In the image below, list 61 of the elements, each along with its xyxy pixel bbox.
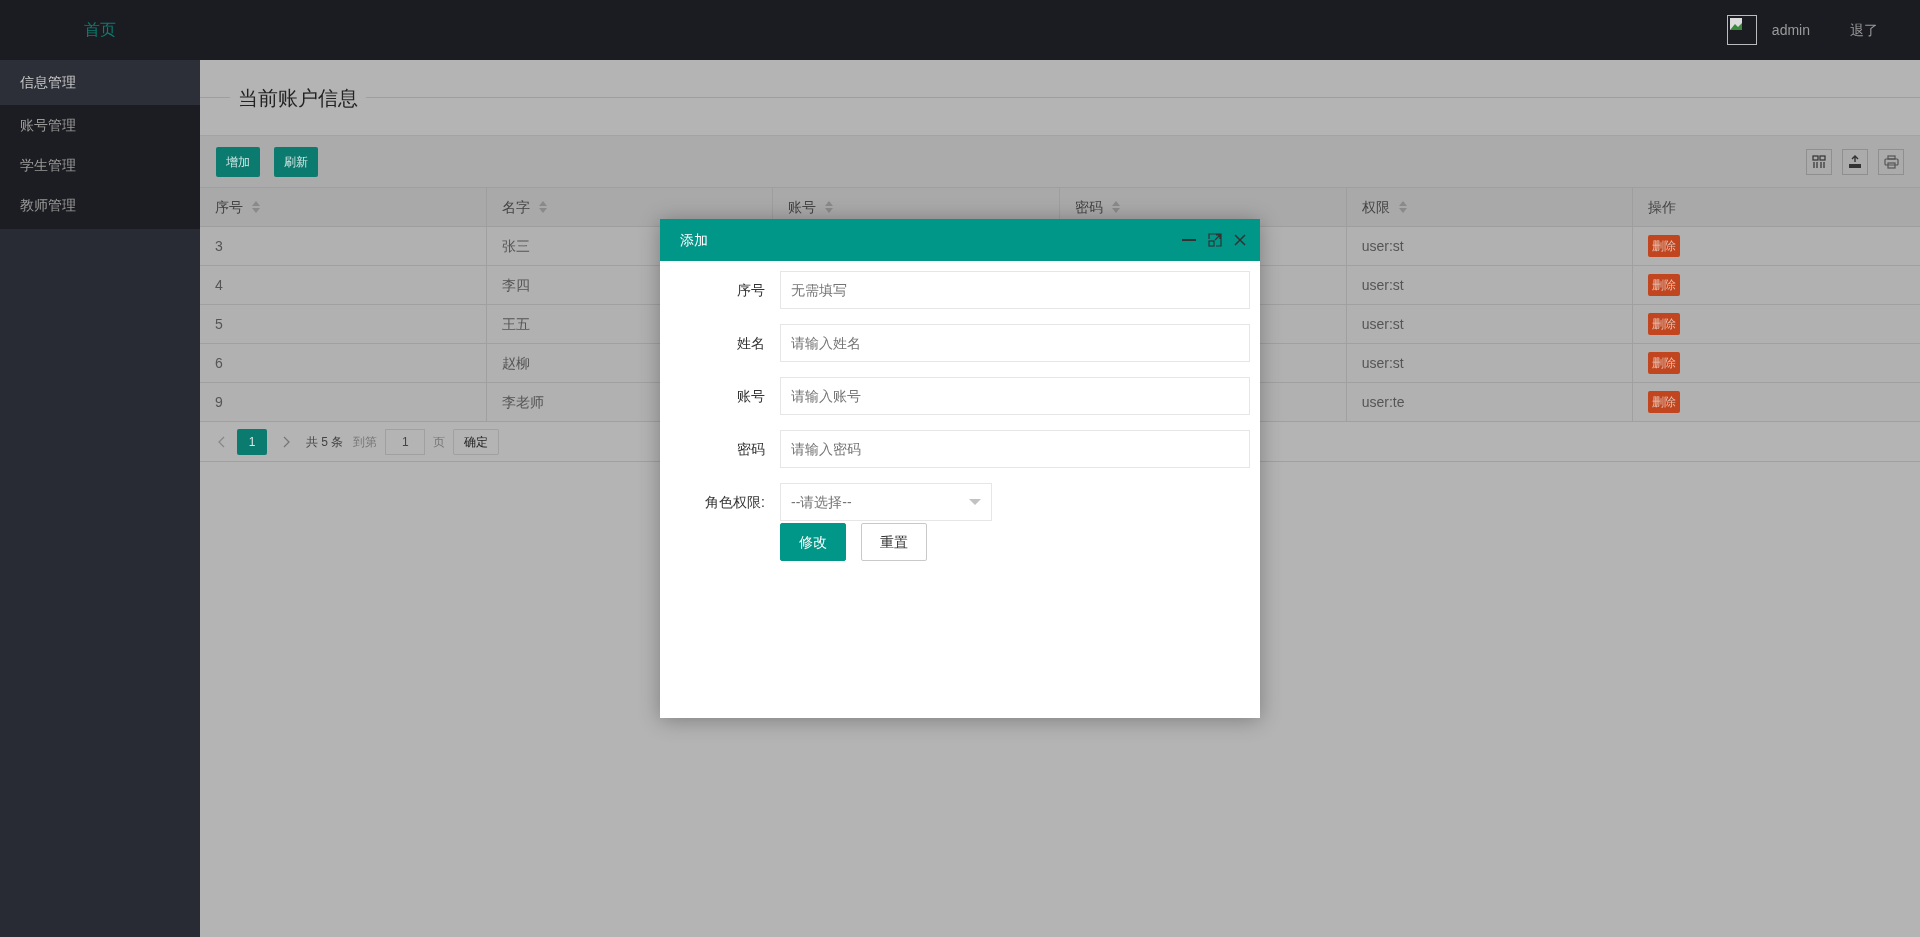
table-cell: 6 (200, 344, 487, 382)
page-unit: 页 (433, 433, 446, 451)
table-cell: user:st (1346, 344, 1634, 382)
username: admin (1771, 20, 1810, 40)
toolbar-button[interactable]: 增加 (216, 146, 260, 177)
page-button[interactable]: 1 (237, 428, 267, 455)
dropdown-icon (969, 499, 981, 505)
goto-label: 到第 (353, 433, 378, 451)
dialog-title: 添加 (680, 230, 708, 250)
confirm-button[interactable]: 确定 (453, 428, 500, 455)
input-field[interactable]: 请输入密码 (780, 430, 1250, 468)
table-cell: user:st (1346, 266, 1634, 304)
input-field[interactable]: 请输入姓名 (780, 324, 1250, 362)
table-cell: 3 (200, 227, 487, 265)
delete-button[interactable]: 删除 (1648, 352, 1681, 374)
broken-image-icon (1726, 15, 1757, 45)
sidebar-item[interactable]: 账号管理 (0, 105, 200, 145)
logout-link[interactable]: 退了 (1850, 19, 1878, 41)
print-icon[interactable] (1878, 148, 1904, 175)
next-page-icon[interactable] (283, 435, 290, 448)
sort-icon[interactable] (824, 200, 835, 214)
field-label: 密码 (736, 439, 766, 459)
input-field[interactable]: 请输入账号 (780, 377, 1250, 415)
column-header[interactable]: 操作 (1633, 188, 1920, 226)
sidebar-item[interactable]: 信息管理 (0, 60, 200, 105)
table-cell: 9 (200, 383, 487, 421)
column-header[interactable]: 序号 (200, 188, 487, 226)
minimize-icon[interactable] (1182, 239, 1196, 241)
total-count: 共 5 条 (306, 433, 344, 451)
field-label: 账号 (736, 386, 766, 406)
table-cell: user:te (1346, 383, 1634, 421)
form-button[interactable]: 重置 (861, 523, 927, 561)
input-field[interactable]: 无需填写 (780, 271, 1250, 309)
sort-icon[interactable] (1111, 200, 1121, 214)
page-title: 当前账户信息 (237, 85, 359, 111)
table-cell: user:st (1346, 227, 1634, 265)
field-label: 角色权限: (704, 492, 766, 512)
toolbar-button[interactable]: 刷新 (274, 146, 318, 177)
delete-button[interactable]: 删除 (1648, 274, 1681, 296)
column-header[interactable]: 权限 (1346, 188, 1634, 226)
select-field[interactable]: --请选择-- (780, 483, 992, 521)
maximize-icon[interactable] (1208, 233, 1222, 247)
export-icon[interactable] (1842, 148, 1868, 175)
delete-button[interactable]: 删除 (1648, 235, 1681, 257)
form-button[interactable]: 修改 (780, 523, 846, 561)
field-label: 序号 (736, 280, 766, 300)
table-cell: 5 (200, 305, 487, 343)
columns-icon[interactable] (1806, 148, 1832, 175)
sort-icon[interactable] (537, 200, 548, 214)
table-cell: user:st (1346, 305, 1634, 343)
prev-page-icon[interactable] (218, 435, 225, 448)
sidebar-item[interactable]: 教师管理 (0, 185, 200, 225)
page-input[interactable]: 1 (385, 428, 426, 455)
delete-button[interactable]: 删除 (1648, 391, 1681, 413)
sidebar-item[interactable]: 学生管理 (0, 145, 200, 185)
sort-icon[interactable] (251, 200, 261, 214)
sort-icon[interactable] (1397, 200, 1408, 214)
close-icon[interactable] (1234, 234, 1246, 246)
home-link[interactable]: 首页 (84, 18, 116, 42)
table-cell: 4 (200, 266, 487, 304)
delete-button[interactable]: 删除 (1648, 313, 1681, 335)
